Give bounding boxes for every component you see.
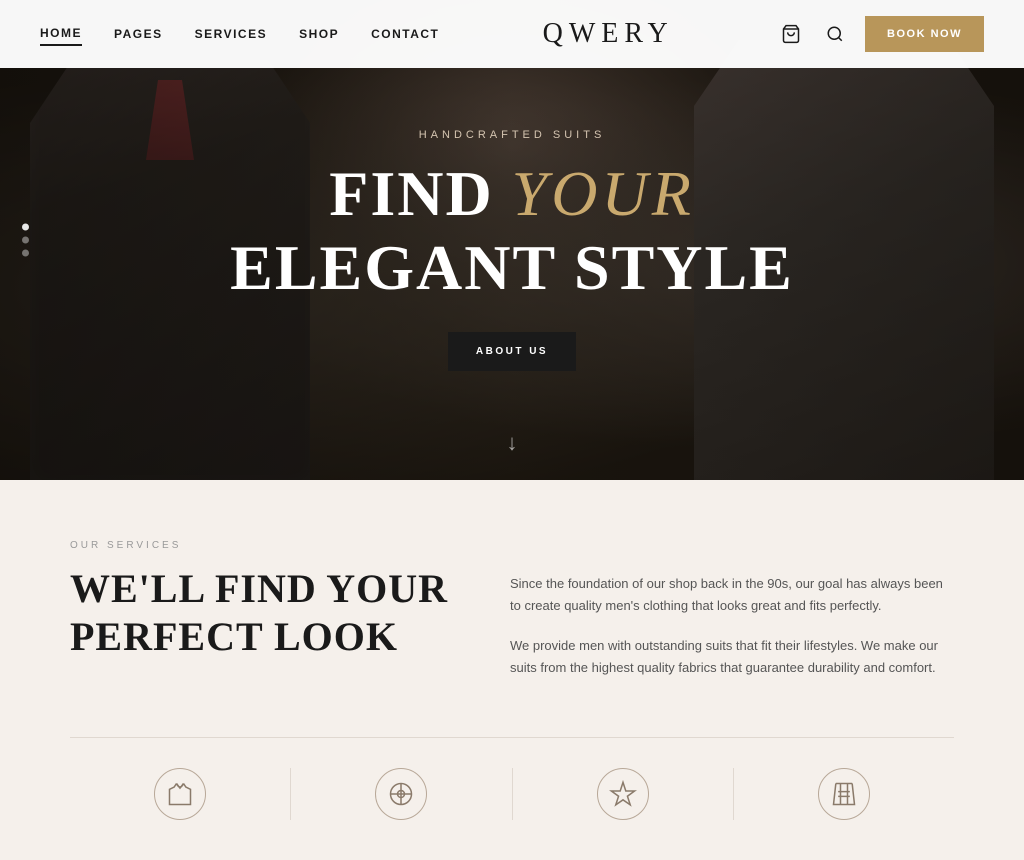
nav-item-pages[interactable]: PAGES bbox=[114, 23, 163, 45]
services-layout: WE'LL FIND YOUR PERFECT LOOK Since the f… bbox=[70, 565, 954, 697]
site-logo[interactable]: QWERY bbox=[439, 18, 777, 50]
suits-icon bbox=[154, 768, 206, 820]
services-left: WE'LL FIND YOUR PERFECT LOOK bbox=[70, 565, 450, 661]
about-us-button[interactable]: ABOUT US bbox=[448, 332, 576, 371]
services-icons-row bbox=[70, 737, 954, 820]
services-heading-line2: PERFECT LOOK bbox=[70, 614, 398, 659]
icon-item-custom bbox=[734, 768, 954, 820]
services-para-2: We provide men with outstanding suits th… bbox=[510, 635, 954, 679]
hero-title-find: FIND bbox=[329, 158, 511, 229]
cart-icon[interactable] bbox=[777, 20, 805, 48]
hero-title: FIND YOUR ELEGANT STYLE bbox=[230, 157, 794, 304]
book-now-button[interactable]: BOOK NOW bbox=[865, 16, 984, 52]
icon-item-suits bbox=[70, 768, 291, 820]
nav-left: HOME PAGES SERVICES SHOP CONTACT bbox=[40, 22, 439, 46]
slider-dots bbox=[22, 224, 29, 257]
quality-icon bbox=[597, 768, 649, 820]
nav-item-services[interactable]: SERVICES bbox=[195, 23, 267, 45]
hero-section: HANDCRAFTED SUITS FIND YOUR ELEGANT STYL… bbox=[0, 0, 1024, 480]
services-section: OUR SERVICES WE'LL FIND YOUR PERFECT LOO… bbox=[0, 480, 1024, 860]
hero-subtitle: HANDCRAFTED SUITS bbox=[419, 129, 606, 141]
slider-dot-1[interactable] bbox=[22, 224, 29, 231]
search-icon[interactable] bbox=[821, 20, 849, 48]
services-tag: OUR SERVICES bbox=[70, 540, 954, 551]
nav-right: BOOK NOW bbox=[777, 16, 984, 52]
navbar: HOME PAGES SERVICES SHOP CONTACT QWERY B… bbox=[0, 0, 1024, 68]
hero-title-elegant: ELEGANT STYLE bbox=[230, 232, 794, 303]
hero-content: HANDCRAFTED SUITS FIND YOUR ELEGANT STYL… bbox=[0, 0, 1024, 480]
nav-item-contact[interactable]: CONTACT bbox=[371, 23, 439, 45]
slider-dot-2[interactable] bbox=[22, 237, 29, 244]
services-right: Since the foundation of our shop back in… bbox=[510, 565, 954, 697]
services-para-1: Since the foundation of our shop back in… bbox=[510, 573, 954, 617]
scroll-down-arrow[interactable]: ↓ bbox=[507, 430, 518, 456]
services-heading: WE'LL FIND YOUR PERFECT LOOK bbox=[70, 565, 450, 661]
hero-title-your: YOUR bbox=[512, 158, 695, 229]
slider-dot-3[interactable] bbox=[22, 250, 29, 257]
tailoring-icon bbox=[375, 768, 427, 820]
icon-item-tailoring bbox=[291, 768, 512, 820]
nav-item-home[interactable]: HOME bbox=[40, 22, 82, 46]
nav-item-shop[interactable]: SHOP bbox=[299, 23, 339, 45]
custom-icon bbox=[818, 768, 870, 820]
icon-item-quality bbox=[513, 768, 734, 820]
services-heading-line1: WE'LL FIND YOUR bbox=[70, 566, 448, 611]
